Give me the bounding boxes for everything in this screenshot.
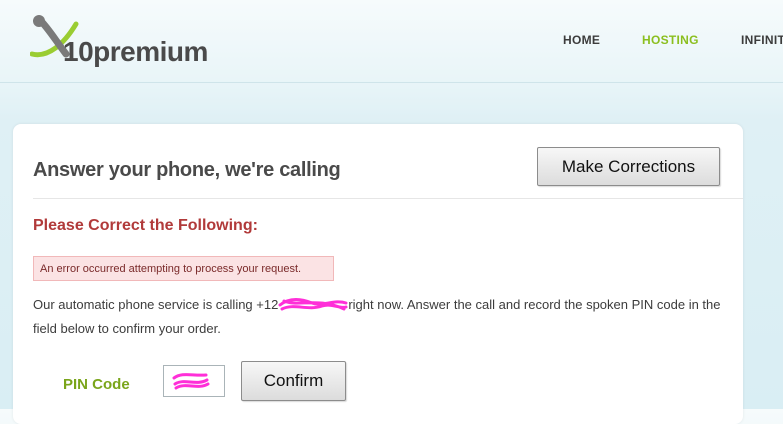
pin-code-label: PIN Code	[63, 376, 130, 393]
message-before: Our automatic phone service is calling +…	[33, 297, 279, 312]
error-heading: Please Correct the Following:	[33, 217, 258, 234]
redaction-scribble-icon	[278, 297, 348, 311]
redaction-scribble-icon	[172, 373, 210, 390]
error-message-box: An error occurred attempting to process …	[33, 256, 334, 281]
phone-call-message: Our automatic phone service is calling +…	[33, 293, 723, 341]
page-title: Answer your phone, we're calling	[33, 159, 341, 181]
site-header: 10premium HOME HOSTING INFINIT	[0, 0, 783, 83]
nav-home[interactable]: HOME	[563, 33, 600, 47]
divider	[33, 198, 743, 199]
verification-panel: Answer your phone, we're calling Make Co…	[13, 124, 743, 424]
nav-hosting[interactable]: HOSTING	[642, 33, 699, 47]
confirm-button[interactable]: Confirm	[241, 361, 346, 401]
nav-infinite[interactable]: INFINIT	[741, 33, 783, 47]
make-corrections-button[interactable]: Make Corrections	[537, 147, 720, 186]
main-nav: HOME HOSTING INFINIT	[0, 33, 783, 49]
pin-code-input[interactable]	[163, 365, 225, 397]
